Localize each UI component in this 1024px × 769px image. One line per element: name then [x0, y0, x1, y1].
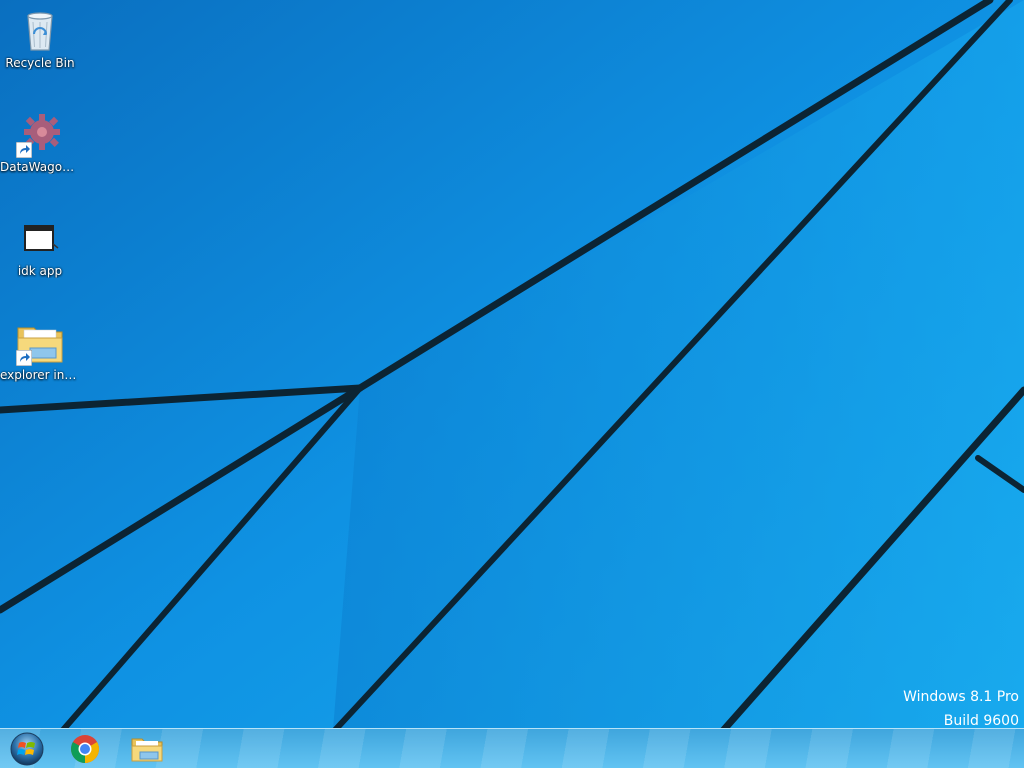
desktop-icon-recycle-bin[interactable]: Recycle Bin [0, 6, 80, 70]
folder-icon [16, 318, 64, 366]
desktop-icon-datawagon[interactable]: DataWagon... [0, 110, 80, 174]
wallpaper [0, 0, 1024, 728]
desktop-icon-label: DataWagon... [0, 160, 80, 174]
chrome-icon [71, 735, 99, 763]
desktop-icon-label: idk app [17, 264, 63, 278]
taskbar[interactable] [0, 728, 1024, 769]
shortcut-arrow-icon [16, 142, 32, 158]
taskbar-chrome-button[interactable] [58, 731, 112, 767]
window-app-icon [16, 214, 64, 262]
desktop-icon-idk-app[interactable]: idk app [0, 214, 80, 278]
gear-icon [16, 110, 64, 158]
desktop-icon-label: explorer in 95 [0, 368, 80, 382]
start-orb-icon [10, 732, 44, 766]
shortcut-arrow-icon [16, 350, 32, 366]
watermark-edition: Windows 8.1 Pro [903, 689, 1019, 705]
desktop[interactable]: Recycle Bin DataWagon... idk app explore… [0, 0, 1024, 728]
desktop-icon-explorer-in-95[interactable]: explorer in 95 [0, 318, 80, 382]
start-button[interactable] [0, 731, 54, 767]
recycle-bin-icon [16, 6, 64, 54]
taskbar-file-explorer-button[interactable] [120, 731, 174, 767]
windows-version-watermark: Windows 8.1 Pro Build 9600 [903, 685, 1019, 728]
file-explorer-icon [131, 738, 163, 762]
desktop-icon-label: Recycle Bin [5, 56, 75, 70]
watermark-build: Build 9600 [943, 713, 1019, 728]
